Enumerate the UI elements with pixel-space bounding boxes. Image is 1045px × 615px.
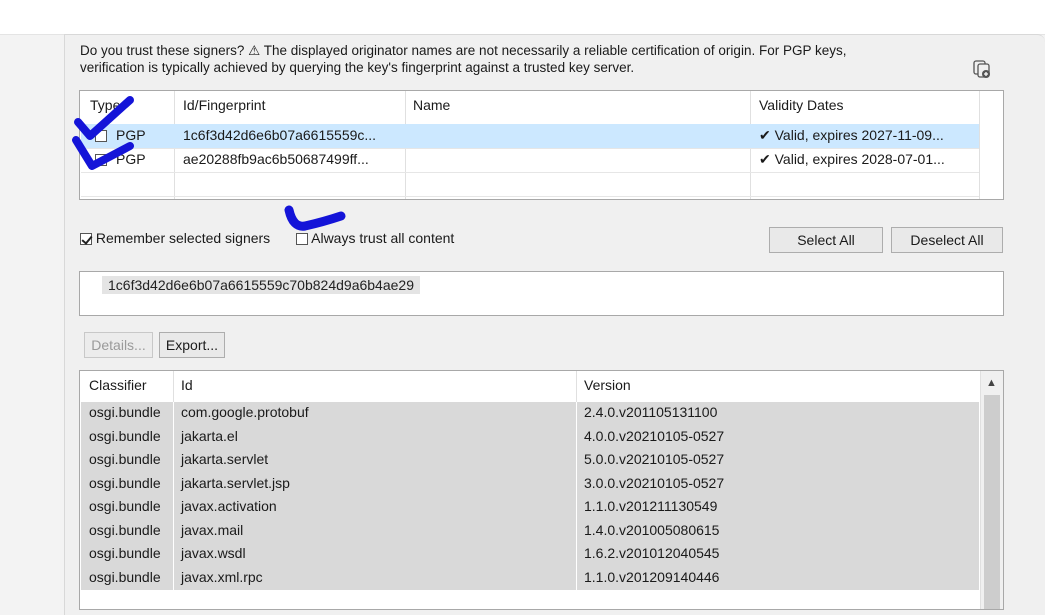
- artifact-id: javax.mail: [181, 521, 244, 538]
- column-divider: [576, 496, 577, 520]
- artifact-version: 1.6.2.v201012040545: [584, 545, 720, 561]
- artifacts-table[interactable]: Classifier Id Version osgi.bundle com.goo…: [79, 370, 1004, 610]
- trust-message-line-1: Do you trust these signers? ⚠ The displa…: [80, 43, 847, 58]
- select-all-button[interactable]: Select All: [769, 227, 883, 253]
- copy-icon: [973, 60, 990, 78]
- chevron-up-icon[interactable]: ▲: [986, 377, 997, 389]
- row-divider: [81, 172, 979, 173]
- artifact-classifier: osgi.bundle: [89, 474, 161, 491]
- header-version[interactable]: Version: [584, 377, 631, 393]
- fingerprint-value: 1c6f3d42d6e6b07a6615559c70b824d9a6b4ae29: [102, 276, 420, 294]
- column-divider: [173, 543, 174, 567]
- column-divider: [173, 371, 174, 402]
- header-type[interactable]: Type: [90, 97, 120, 113]
- artifact-version: 5.0.0.v20210105-0527: [584, 451, 725, 467]
- trust-message: Do you trust these signers? ⚠ The displa…: [80, 42, 960, 76]
- scrollbar-thumb[interactable]: [984, 395, 1000, 609]
- column-divider: [576, 402, 577, 426]
- column-divider: [173, 496, 174, 520]
- artifact-id: javax.wsdl: [181, 545, 246, 561]
- column-divider: [173, 519, 174, 543]
- artifact-id: jakarta.servlet.jsp: [181, 474, 290, 491]
- column-divider: [576, 519, 577, 543]
- artifact-version: 1.4.0.v201005080615: [584, 521, 720, 538]
- column-divider: [576, 425, 577, 449]
- column-divider: [173, 425, 174, 449]
- row-divider: [81, 196, 979, 197]
- artifact-classifier: osgi.bundle: [89, 545, 161, 561]
- artifact-row[interactable]: osgi.bundle javax.mail 1.4.0.v201005080615: [81, 519, 979, 543]
- signer-type: PGP: [116, 127, 146, 143]
- artifact-row[interactable]: osgi.bundle jakarta.el 4.0.0.v20210105-052…: [81, 425, 979, 449]
- column-divider: [576, 371, 577, 402]
- signer-fingerprint: ae20288fb9ac6b50687499ff...: [183, 151, 369, 167]
- artifact-version: 1.1.0.v201211130549: [584, 498, 718, 514]
- top-bar: [0, 0, 1045, 35]
- remember-signers-label: Remember selected signers: [95, 230, 271, 246]
- fingerprint-field[interactable]: 1c6f3d42d6e6b07a6615559c70b824d9a6b4ae29: [79, 271, 1004, 316]
- vertical-scrollbar[interactable]: ▲: [980, 371, 1003, 609]
- artifact-row[interactable]: osgi.bundle javax.xml.rpc 1.1.0.v201209140…: [81, 566, 979, 590]
- column-divider: [576, 472, 577, 496]
- artifact-row[interactable]: osgi.bundle javax.wsdl 1.6.2.v201012040545: [81, 543, 979, 567]
- column-divider: [576, 566, 577, 590]
- artifact-classifier: osgi.bundle: [89, 427, 161, 444]
- column-divider: [173, 472, 174, 496]
- signer-fingerprint: 1c6f3d42d6e6b07a6615559c...: [183, 127, 377, 143]
- always-trust-checkbox[interactable]: [296, 233, 308, 245]
- header-validity[interactable]: Validity Dates: [759, 97, 844, 113]
- signers-table[interactable]: Type Id/Fingerprint Name Validity Dates …: [79, 90, 1004, 200]
- always-trust-option[interactable]: Always trust all content: [296, 230, 454, 246]
- artifact-version: 1.1.0.v201209140446: [584, 568, 720, 585]
- signer-row[interactable]: PGP 1c6f3d42d6e6b07a6615559c... ✔ Valid,…: [81, 124, 979, 148]
- artifact-version: 3.0.0.v20210105-0527: [584, 474, 725, 491]
- column-divider: [979, 91, 980, 199]
- artifact-classifier: osgi.bundle: [89, 568, 161, 585]
- artifact-row[interactable]: osgi.bundle com.google.protobuf 2.4.0.v201…: [81, 402, 979, 426]
- header-id[interactable]: Id: [181, 377, 193, 393]
- column-divider: [576, 449, 577, 473]
- artifact-version: 2.4.0.v201105131100: [584, 404, 718, 420]
- artifact-id: com.google.protobuf: [181, 404, 309, 420]
- artifact-id: javax.activation: [181, 498, 277, 514]
- signer-row[interactable]: PGP ae20288fb9ac6b50687499ff... ✔ Valid,…: [81, 148, 979, 172]
- trust-message-line-2: verification is typically achieved by qu…: [80, 60, 635, 75]
- signer-type: PGP: [116, 151, 146, 167]
- header-name[interactable]: Name: [413, 97, 450, 113]
- header-fingerprint[interactable]: Id/Fingerprint: [183, 97, 265, 113]
- artifact-classifier: osgi.bundle: [89, 521, 161, 538]
- artifact-version: 4.0.0.v20210105-0527: [584, 427, 725, 444]
- always-trust-label: Always trust all content: [311, 230, 455, 246]
- artifact-id: jakarta.servlet: [181, 451, 269, 467]
- header-classifier[interactable]: Classifier: [89, 377, 147, 393]
- signer-checkbox[interactable]: [95, 130, 107, 142]
- column-divider: [173, 402, 174, 426]
- artifact-id: jakarta.el: [181, 427, 238, 444]
- signer-checkbox[interactable]: [95, 154, 107, 166]
- details-button[interactable]: Details...: [84, 332, 153, 358]
- column-divider: [173, 566, 174, 590]
- artifact-id: javax.xml.rpc: [181, 568, 263, 585]
- artifact-row[interactable]: osgi.bundle javax.activation 1.1.0.v201211…: [81, 496, 979, 520]
- remember-signers-option[interactable]: Remember selected signers: [80, 230, 270, 246]
- signer-validity: ✔ Valid, expires 2027-11-09...: [759, 127, 944, 143]
- artifact-classifier: osgi.bundle: [89, 451, 161, 467]
- column-divider: [576, 543, 577, 567]
- artifact-row[interactable]: osgi.bundle jakarta.servlet 5.0.0.v2021010…: [81, 449, 979, 473]
- artifact-classifier: osgi.bundle: [89, 498, 161, 514]
- artifact-row[interactable]: osgi.bundle jakarta.servlet.jsp 3.0.0.v202…: [81, 472, 979, 496]
- artifact-classifier: osgi.bundle: [89, 404, 161, 420]
- deselect-all-button[interactable]: Deselect All: [891, 227, 1003, 253]
- signer-validity: ✔ Valid, expires 2028-07-01...: [759, 151, 945, 167]
- column-divider: [173, 449, 174, 473]
- copy-to-clipboard-button[interactable]: [966, 54, 998, 84]
- export-button[interactable]: Export...: [159, 332, 225, 358]
- remember-signers-checkbox[interactable]: [80, 233, 92, 245]
